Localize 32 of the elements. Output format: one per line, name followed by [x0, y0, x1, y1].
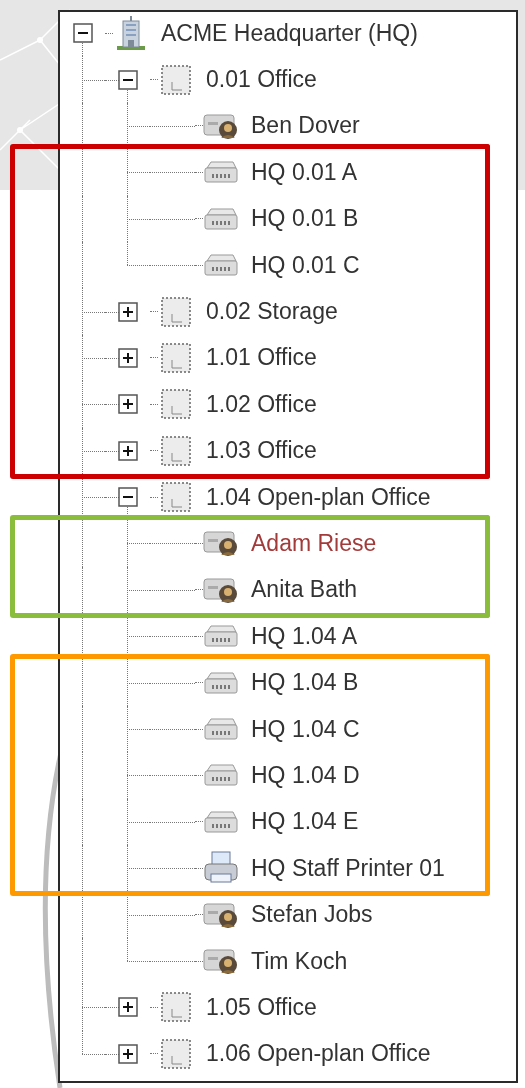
- expand-toggle[interactable]: [118, 347, 138, 368]
- tree-item-label[interactable]: Tim Koch: [251, 947, 348, 975]
- collapse-toggle[interactable]: [118, 487, 138, 508]
- collapse-toggle[interactable]: [118, 69, 138, 90]
- expand-toggle[interactable]: [118, 301, 138, 322]
- tree-item-label[interactable]: 0.01 Office: [206, 66, 317, 94]
- tree-item-label[interactable]: HQ 1.04 E: [251, 808, 359, 836]
- tree-item-label[interactable]: HQ 0.01 A: [251, 158, 358, 186]
- expand-toggle[interactable]: [118, 997, 138, 1018]
- tree-item-label[interactable]: 1.05 Office: [206, 993, 317, 1021]
- tree-item-label[interactable]: ACME Headquarter (HQ): [161, 19, 418, 47]
- tree-item-label[interactable]: Adam Riese: [251, 530, 377, 557]
- tree-item-label[interactable]: 1.03 Office: [206, 437, 317, 465]
- tree-item-label[interactable]: Ben Dover: [251, 112, 360, 140]
- tree-item-label[interactable]: HQ 0.01 B: [251, 205, 359, 233]
- tree-item-label[interactable]: Anita Bath: [251, 576, 358, 604]
- tree-item-label[interactable]: HQ 1.04 B: [251, 669, 359, 697]
- tree-item-label[interactable]: 1.02 Office: [206, 390, 317, 418]
- tree-item-label[interactable]: HQ Staff Printer 01: [251, 854, 445, 882]
- expand-toggle[interactable]: [118, 394, 138, 415]
- collapse-toggle[interactable]: [73, 23, 93, 44]
- tree-item-label[interactable]: 1.06 Open-plan Office: [206, 1040, 431, 1068]
- expand-toggle[interactable]: [118, 1043, 138, 1064]
- tree-item-label[interactable]: Stefan Jobs: [251, 901, 373, 929]
- tree-item-label[interactable]: 1.01 Office: [206, 344, 317, 372]
- tree-item-label[interactable]: 0.02 Storage: [206, 298, 338, 326]
- tree-item-label[interactable]: HQ 1.04 C: [251, 715, 360, 743]
- tree-item-label[interactable]: 1.04 Open-plan Office: [206, 483, 431, 511]
- tree-item-label[interactable]: HQ 1.04 D: [251, 761, 360, 789]
- expand-toggle[interactable]: [118, 440, 138, 461]
- tree-item-label[interactable]: HQ 1.04 A: [251, 622, 358, 650]
- tree-item-label[interactable]: HQ 0.01 C: [251, 251, 360, 279]
